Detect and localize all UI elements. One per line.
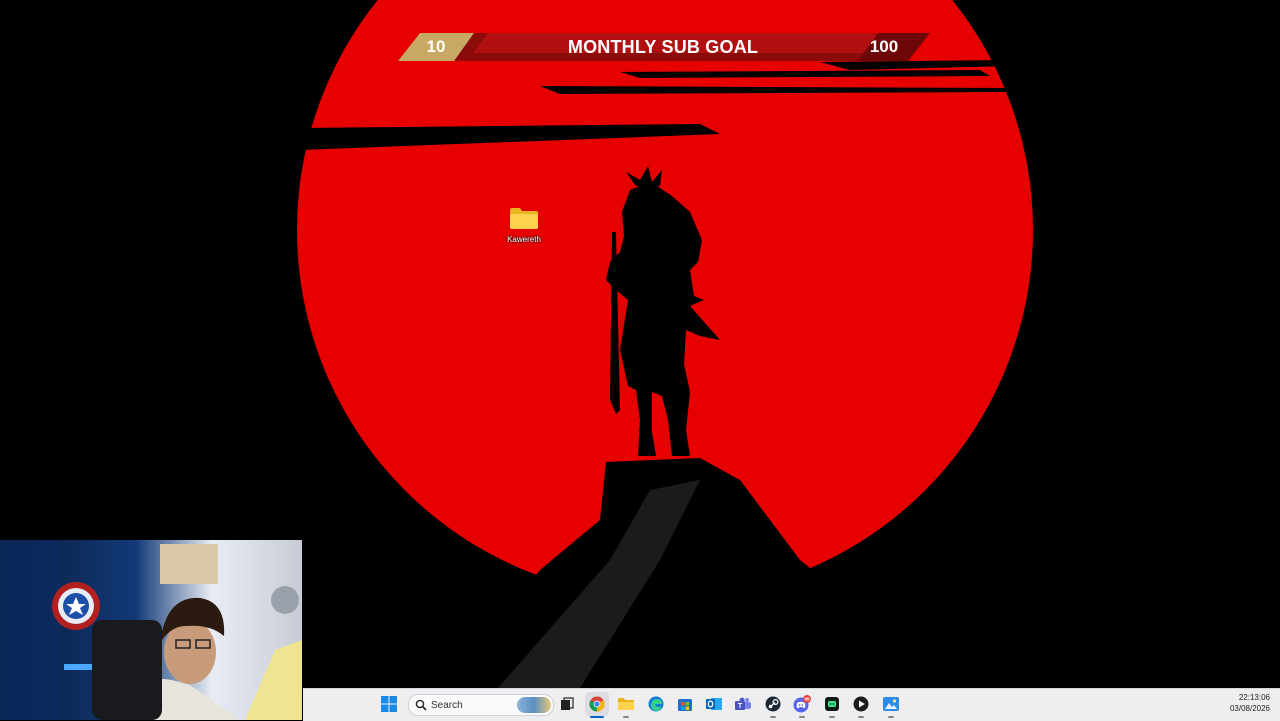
- search-icon: [415, 699, 427, 711]
- photos-button[interactable]: [879, 692, 903, 718]
- app-icon: [825, 697, 839, 711]
- teams-icon: T: [735, 697, 751, 710]
- task-view-icon: [561, 697, 574, 710]
- desktop-folder-label: Kawereth: [507, 235, 541, 244]
- discord-badge-count: 99: [804, 697, 810, 702]
- goal-target-value: 100: [869, 37, 899, 56]
- clock-date: 03/08/2026: [1229, 704, 1270, 713]
- discord-icon: 99: [793, 695, 811, 713]
- chrome-icon: [589, 696, 605, 712]
- photos-icon: [883, 697, 899, 711]
- edge-icon: [648, 696, 664, 712]
- system-clock[interactable]: 22:13:06 03/08/2026: [1210, 692, 1270, 718]
- task-view-button[interactable]: [555, 692, 579, 716]
- teams-button[interactable]: T: [731, 692, 755, 716]
- microsoft-store-button[interactable]: [673, 692, 697, 716]
- file-explorer-button[interactable]: [614, 692, 638, 718]
- windows-logo-icon: [381, 696, 397, 712]
- store-icon: [678, 699, 692, 711]
- folder-icon: [510, 208, 538, 229]
- taskbar-search[interactable]: [408, 694, 554, 716]
- search-input[interactable]: [431, 697, 511, 713]
- chrome-button[interactable]: [585, 692, 609, 718]
- folder-icon: [618, 698, 634, 710]
- steam-icon: [765, 696, 781, 712]
- edge-button[interactable]: [644, 692, 668, 716]
- webcam-overlay: [0, 540, 302, 720]
- discord-button[interactable]: 99: [790, 692, 814, 718]
- desktop-folder-kawereth[interactable]: Kawereth: [500, 204, 548, 250]
- svg-text:T: T: [738, 703, 743, 710]
- play-icon: [853, 696, 869, 712]
- search-highlight-badge: [517, 697, 551, 713]
- media-player-button[interactable]: [849, 692, 873, 718]
- outlook-button[interactable]: [702, 692, 726, 716]
- steam-button[interactable]: [761, 692, 785, 718]
- goal-current-value: 10: [426, 37, 446, 56]
- start-button[interactable]: [377, 692, 401, 716]
- goal-title: MONTHLY SUB GOAL: [567, 36, 759, 57]
- outlook-icon: [706, 698, 722, 710]
- app-button[interactable]: [820, 692, 844, 718]
- clock-time: 22:13:06: [1238, 693, 1270, 702]
